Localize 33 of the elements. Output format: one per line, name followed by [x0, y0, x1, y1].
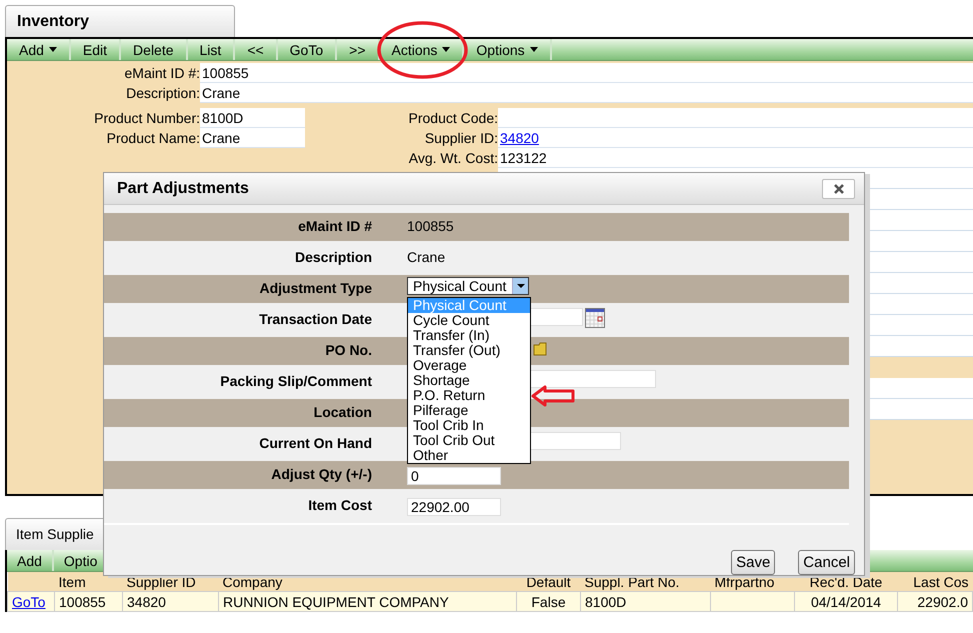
- table-cell: 04/14/2014: [794, 592, 898, 612]
- field-label: eMaint ID #: [297, 217, 372, 236]
- table-cell: 34820: [122, 592, 218, 612]
- field-label: Location: [312, 403, 372, 422]
- field-label: Transaction Date: [258, 310, 372, 329]
- table-cell: 100855: [54, 592, 122, 612]
- field-label: Description: [294, 248, 372, 267]
- field-value: 123122: [498, 148, 973, 168]
- field-value: Crane: [200, 128, 305, 148]
- field-label: PO No.: [324, 341, 372, 360]
- field-label: Adjustment Type: [258, 279, 372, 298]
- field-value: 100855: [200, 63, 973, 83]
- field-value: 100855: [407, 217, 454, 234]
- field-value: Crane: [200, 83, 973, 103]
- field-value: 8100D: [200, 108, 305, 128]
- table-cell: 8100D: [580, 592, 710, 612]
- dialog-title: Part Adjustments: [117, 180, 249, 198]
- field-label: Current On Hand: [258, 434, 372, 453]
- field-label: Product Code:: [408, 109, 498, 128]
- table-cell: 22902.0: [898, 592, 972, 612]
- column-header: Last Cos: [898, 572, 972, 592]
- table-cell: False: [516, 592, 580, 612]
- field-label: Product Number:: [93, 109, 200, 128]
- field-label: Product Name:: [106, 129, 200, 148]
- field-label: Adjust Qty (+/-): [270, 465, 372, 484]
- field-label: eMaint ID #:: [124, 64, 200, 83]
- field-value: Crane: [407, 248, 446, 265]
- field-label: Item Cost: [307, 496, 372, 515]
- field-label: Avg. Wt. Cost:: [408, 149, 498, 168]
- table-cell: RUNNION EQUIPMENT COMPANY: [218, 592, 516, 612]
- field-label: Packing Slip/Comment: [219, 372, 372, 391]
- field-label: Supplier ID:: [424, 129, 498, 148]
- field-label: Description:: [125, 84, 200, 103]
